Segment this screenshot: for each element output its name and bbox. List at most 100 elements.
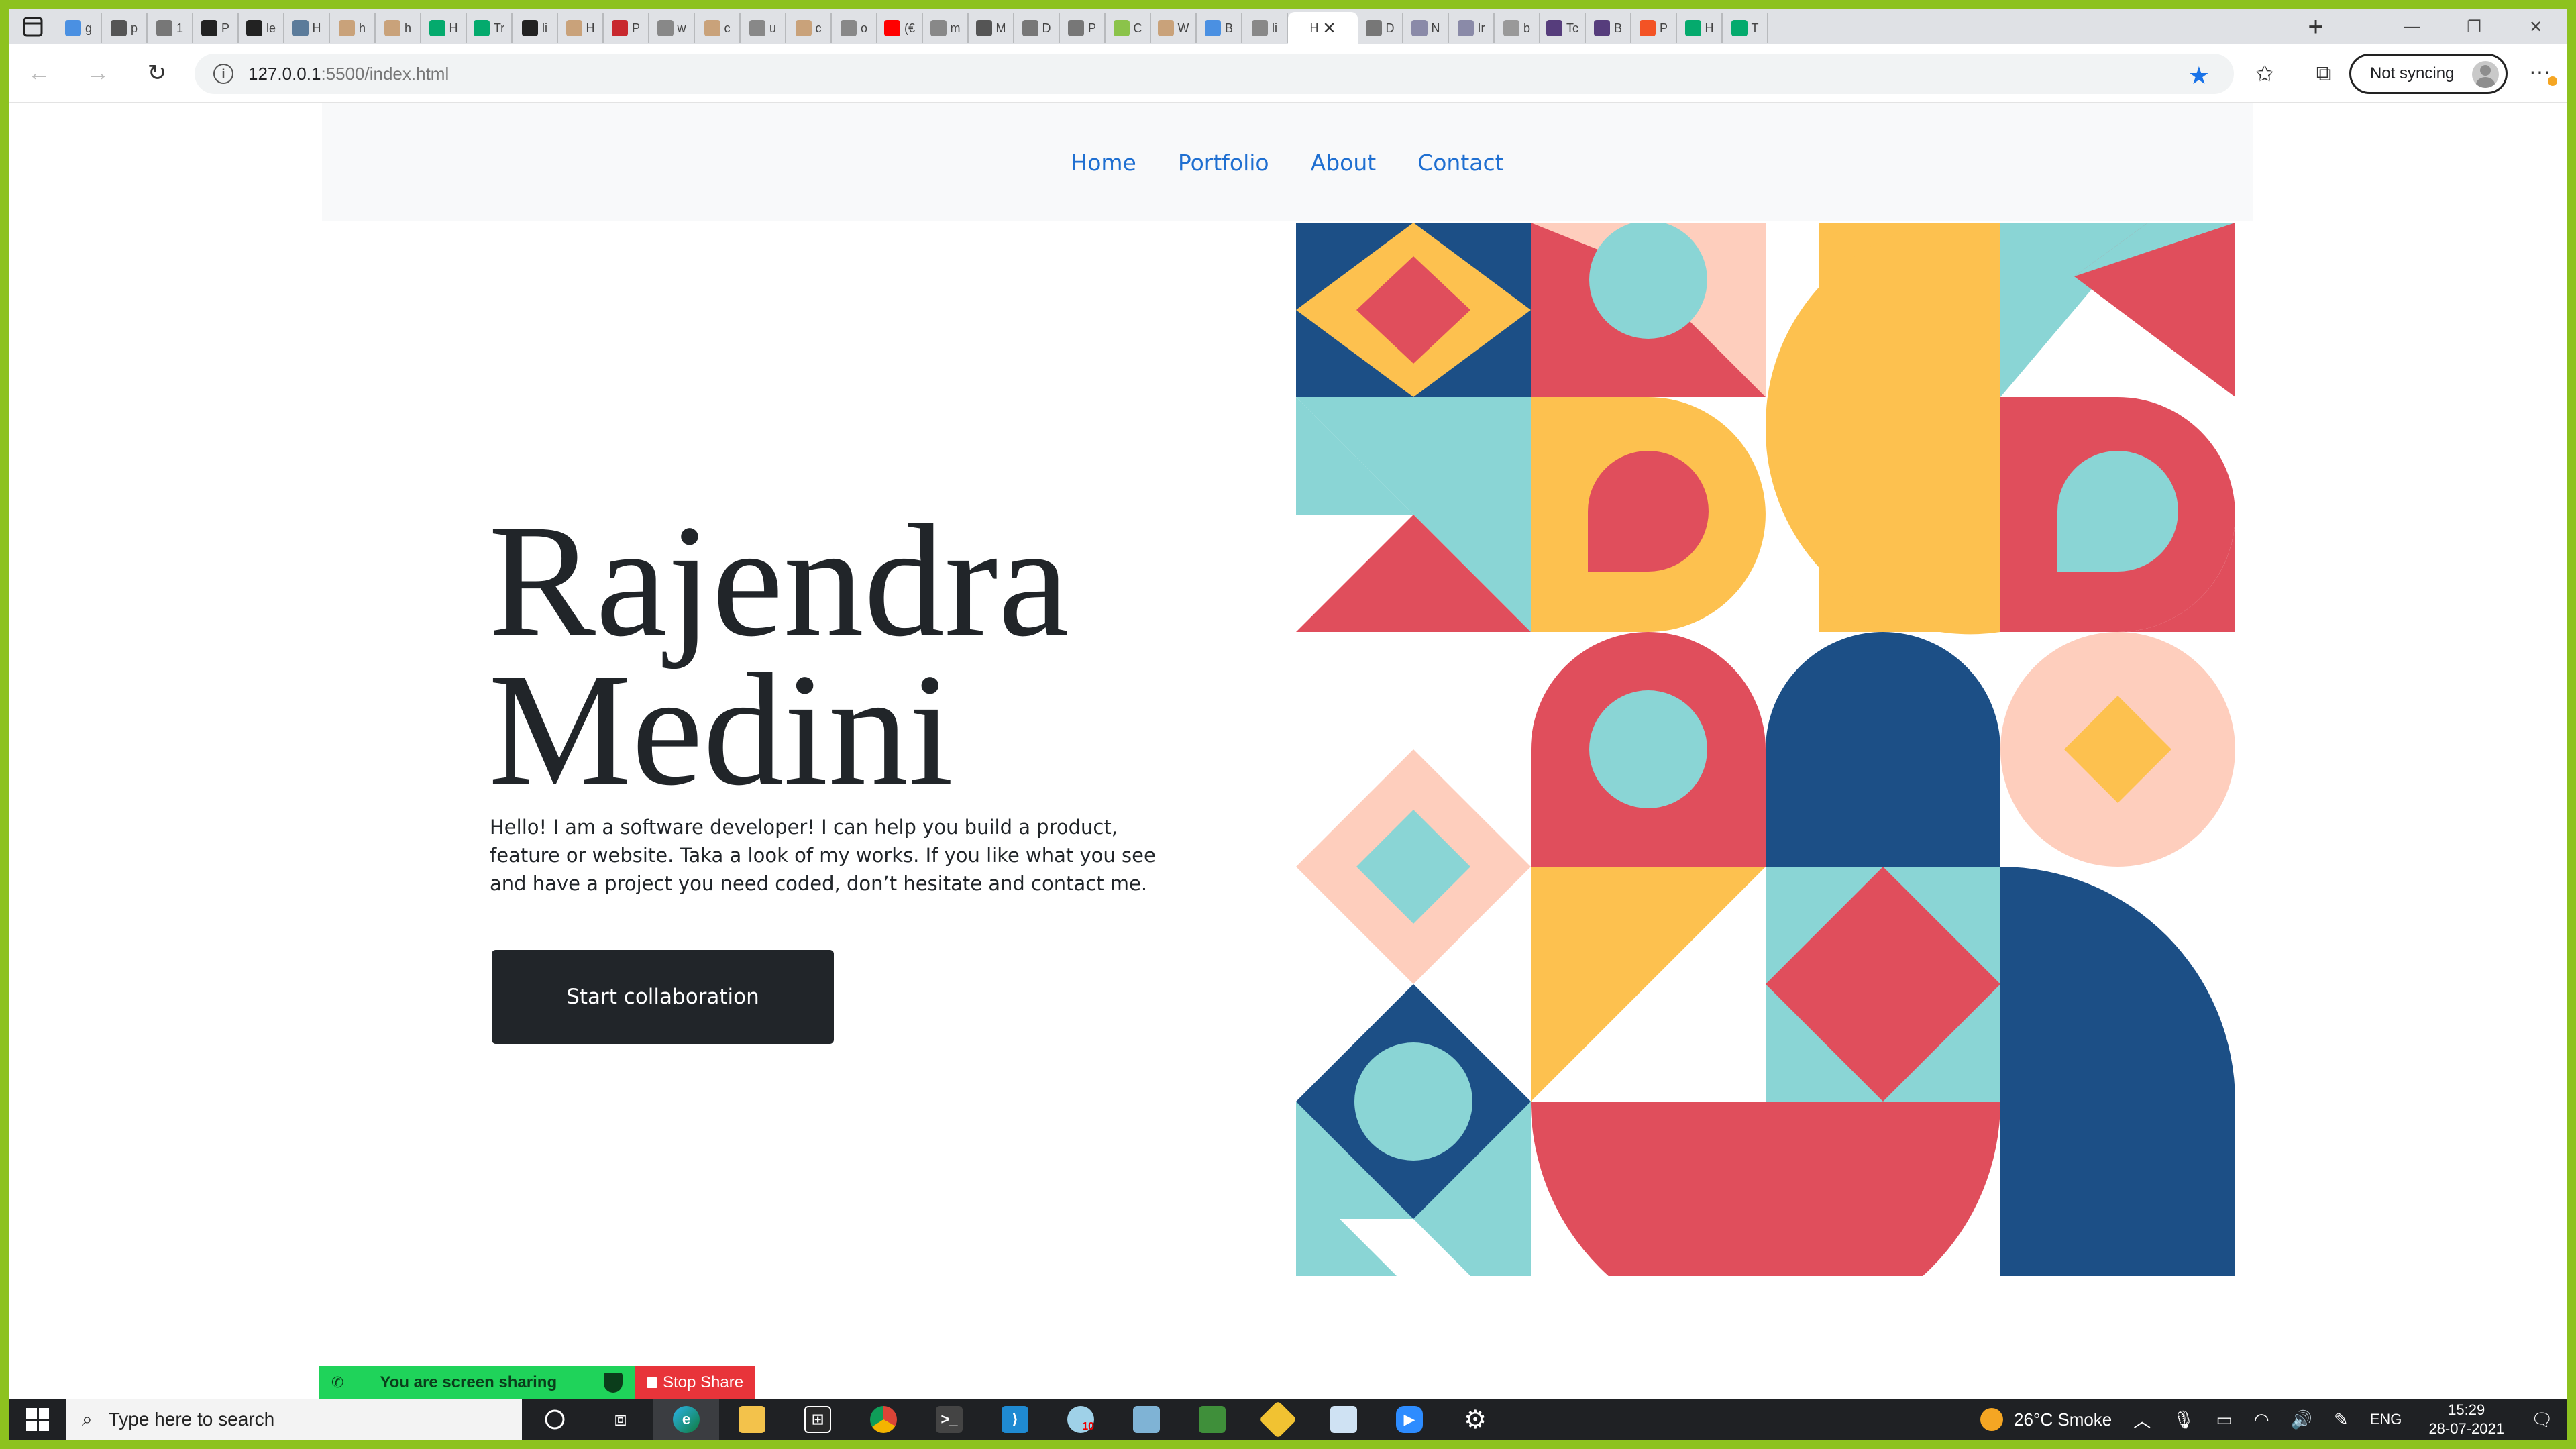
browser-tab[interactable]: W bbox=[1151, 13, 1197, 43]
browser-tab[interactable]: 1 bbox=[148, 13, 193, 43]
tab-actions-button[interactable] bbox=[9, 9, 56, 44]
stop-share-button[interactable]: Stop Share bbox=[635, 1366, 755, 1399]
avatar bbox=[2472, 61, 2499, 88]
browser-tab[interactable]: H bbox=[558, 13, 604, 43]
mic-tray[interactable]: 🎙 bbox=[2172, 1409, 2194, 1430]
profile-button[interactable]: Not syncing bbox=[2349, 54, 2508, 94]
active-tab[interactable]: H ✕ bbox=[1288, 12, 1358, 44]
language-indicator[interactable]: ENG bbox=[2370, 1411, 2402, 1428]
browser-tab[interactable]: C bbox=[1106, 13, 1151, 43]
address-bar[interactable]: i 127.0.0.1:5500/index.html ★ bbox=[195, 54, 2234, 94]
browser-tab[interactable]: B bbox=[1197, 13, 1242, 43]
browser-tab[interactable]: P bbox=[1060, 13, 1106, 43]
taskbar-terminal[interactable]: >_ bbox=[916, 1399, 982, 1440]
tab-title: H bbox=[586, 21, 595, 35]
browser-tab[interactable]: h bbox=[330, 13, 376, 43]
browser-tab[interactable]: Ir bbox=[1449, 13, 1495, 43]
browser-tab[interactable]: T bbox=[1723, 13, 1768, 43]
browser-tab[interactable]: P bbox=[604, 13, 649, 43]
nav-link-about[interactable]: About bbox=[1311, 150, 1377, 176]
refresh-button[interactable]: ↻ bbox=[127, 44, 186, 103]
taskbar-paint[interactable] bbox=[1311, 1399, 1377, 1440]
close-window-button[interactable]: ✕ bbox=[2505, 9, 2567, 44]
info-icon[interactable]: i bbox=[213, 64, 233, 84]
browser-tab[interactable]: P bbox=[193, 13, 239, 43]
tab-title: g bbox=[85, 21, 92, 35]
browser-tab[interactable]: Tc bbox=[1540, 13, 1586, 43]
favorites-icon[interactable]: ✩ bbox=[2250, 59, 2279, 89]
browser-tab[interactable]: w bbox=[649, 13, 695, 43]
browser-tab[interactable]: c bbox=[695, 13, 741, 43]
browser-window: g p 1 Ple Hh h H Tr li H Pw c u c o (€ m M D P C W Bli H ✕ D N Ir b T… bbox=[9, 9, 2567, 1440]
url-text[interactable]: 127.0.0.1:5500/index.html bbox=[248, 64, 449, 85]
minimize-button[interactable]: — bbox=[2381, 9, 2443, 44]
nav-link-home[interactable]: Home bbox=[1071, 150, 1136, 176]
screen-sharing-indicator[interactable]: ✆ You are screen sharing bbox=[319, 1366, 635, 1399]
taskbar-notes[interactable] bbox=[1114, 1399, 1179, 1440]
cortana-button[interactable] bbox=[522, 1399, 588, 1440]
taskbar-clock[interactable]: 15:29 28-07-2021 bbox=[2428, 1401, 2504, 1438]
browser-tab[interactable]: c bbox=[786, 13, 832, 43]
browser-tab[interactable]: p bbox=[102, 13, 148, 43]
taskbar-git[interactable] bbox=[1245, 1399, 1311, 1440]
taskbar-chrome[interactable] bbox=[851, 1399, 916, 1440]
taskbar-zoom[interactable]: ▶ bbox=[1377, 1399, 1442, 1440]
start-collaboration-button[interactable]: Start collaboration bbox=[492, 950, 834, 1044]
browser-tab[interactable]: D bbox=[1014, 13, 1060, 43]
taskbar-edge[interactable]: e bbox=[653, 1399, 719, 1440]
favorite-star-icon[interactable]: ★ bbox=[2188, 62, 2210, 90]
weather-widget[interactable]: 26°C Smoke bbox=[1980, 1408, 2112, 1431]
show-hidden-icons[interactable]: ︿ bbox=[2133, 1407, 2151, 1432]
shield-icon bbox=[604, 1373, 623, 1393]
w3-icon bbox=[1731, 20, 1748, 36]
browser-tab[interactable]: g bbox=[56, 13, 102, 43]
browser-tab[interactable]: le bbox=[239, 13, 284, 43]
restore-button[interactable]: ❐ bbox=[2443, 9, 2505, 44]
browser-tab[interactable]: D bbox=[1358, 13, 1403, 43]
tab-actions-icon bbox=[23, 17, 43, 37]
browser-tab[interactable]: o bbox=[832, 13, 877, 43]
collections-icon[interactable]: ⧉ bbox=[2309, 59, 2339, 89]
pen-tray[interactable]: ✎ bbox=[2334, 1409, 2349, 1430]
globe-icon: 10 bbox=[1067, 1406, 1094, 1433]
browser-tab[interactable]: M bbox=[969, 13, 1014, 43]
browser-tab[interactable]: H bbox=[421, 13, 467, 43]
browser-tab[interactable]: li bbox=[513, 13, 558, 43]
taskbar-settings[interactable]: ⚙ bbox=[1442, 1399, 1508, 1440]
browser-tab[interactable]: H bbox=[1677, 13, 1723, 43]
forward-button[interactable]: → bbox=[68, 44, 127, 103]
tab-title: w bbox=[677, 21, 686, 35]
notification-center[interactable]: 🗨 bbox=[2531, 1409, 2553, 1430]
w3-icon bbox=[429, 20, 445, 36]
taskbar-store[interactable]: ⊞ bbox=[785, 1399, 851, 1440]
task-view-button[interactable]: ⧈ bbox=[588, 1399, 653, 1440]
taskbar-file-explorer[interactable] bbox=[719, 1399, 785, 1440]
browser-tab[interactable]: Tr bbox=[467, 13, 513, 43]
back-button[interactable]: ← bbox=[9, 44, 68, 103]
nav-link-portfolio[interactable]: Portfolio bbox=[1178, 150, 1269, 176]
nav-link-contact[interactable]: Contact bbox=[1417, 150, 1503, 176]
browser-tab[interactable]: li bbox=[1242, 13, 1288, 43]
network-tray[interactable]: ◠ bbox=[2254, 1409, 2269, 1430]
w3-icon bbox=[1684, 20, 1701, 36]
browser-tab[interactable]: N bbox=[1403, 13, 1449, 43]
browser-tab[interactable]: H bbox=[284, 13, 330, 43]
browser-tab[interactable]: (€ bbox=[877, 13, 923, 43]
battery-tray[interactable]: ▭ bbox=[2216, 1409, 2233, 1430]
browser-tab[interactable]: u bbox=[741, 13, 786, 43]
new-tab-button[interactable]: + bbox=[2297, 9, 2334, 44]
close-tab-button[interactable]: ✕ bbox=[1322, 19, 1336, 38]
browser-tab[interactable]: P bbox=[1631, 13, 1677, 43]
taskbar-vscode[interactable]: ⟩ bbox=[982, 1399, 1048, 1440]
taskbar-app-badge[interactable]: 10 bbox=[1048, 1399, 1114, 1440]
taskbar-excel[interactable] bbox=[1179, 1399, 1245, 1440]
browser-tab[interactable]: h bbox=[376, 13, 421, 43]
browser-tab[interactable]: b bbox=[1495, 13, 1540, 43]
browser-tab[interactable]: m bbox=[923, 13, 969, 43]
art-tile bbox=[2000, 867, 2235, 1276]
start-button[interactable] bbox=[9, 1399, 66, 1440]
tab-title: le bbox=[266, 21, 276, 35]
taskbar-search[interactable]: ⌕ Type here to search bbox=[66, 1399, 522, 1440]
volume-tray[interactable]: 🔊 bbox=[2291, 1409, 2312, 1430]
browser-tab[interactable]: B bbox=[1586, 13, 1631, 43]
